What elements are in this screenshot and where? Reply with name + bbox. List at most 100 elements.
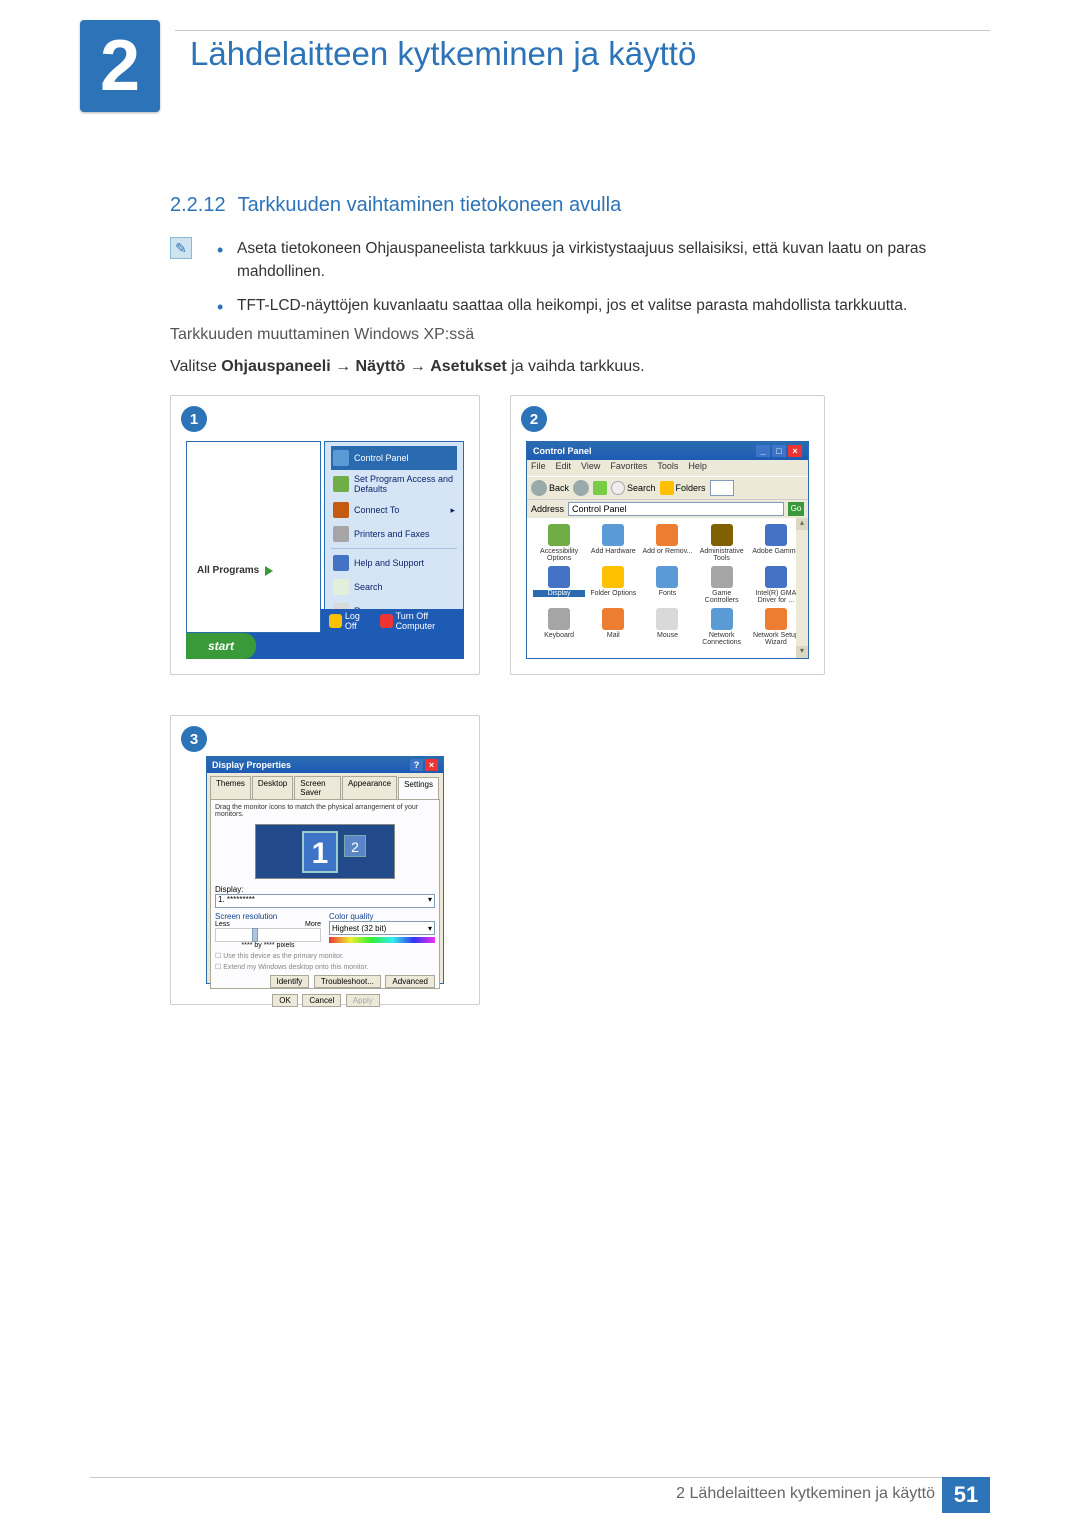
control-panel-item[interactable]: Fonts [641,566,693,604]
display-label: Display: [215,885,435,894]
all-programs-button[interactable]: All Programs [197,565,273,576]
menu-item[interactable]: Help [688,461,707,475]
menu-item[interactable]: File [531,461,546,475]
minimize-icon[interactable]: _ [756,445,770,457]
control-panel-item[interactable]: Intel(R) GMA Driver for ... [750,566,802,604]
start-menu-item[interactable]: Help and Support [331,551,457,575]
control-panel-item[interactable]: Game Controllers [696,566,748,604]
tab-appearance[interactable]: Appearance [342,776,397,799]
ok-button[interactable]: OK [272,994,298,1007]
start-menu-item[interactable]: Control Panel [331,446,457,470]
slider-thumb[interactable] [252,928,258,942]
cp-item-icon [656,566,678,588]
tab-settings[interactable]: Settings [398,777,439,800]
cp-item-icon [711,566,733,588]
scroll-up-icon[interactable]: ▴ [796,518,808,530]
folders-button[interactable]: Folders [660,481,706,495]
start-menu-footer: Log Off Turn Off Computer [321,609,464,633]
monitor-arrangement[interactable]: 1 2 [255,824,395,879]
control-panel-item[interactable]: Mouse [641,608,693,646]
power-icon [380,614,393,628]
menu-item[interactable]: Favorites [610,461,647,475]
page-footer: 2 Lähdelaitteen kytkeminen ja käyttö 51 [0,1477,1080,1527]
addressbar: Address Go [527,500,808,518]
top-rule [175,30,990,31]
search-icon [611,481,625,495]
advanced-button[interactable]: Advanced [385,975,435,988]
identify-button[interactable]: Identify [270,975,310,988]
scrollbar[interactable]: ▴ ▾ [796,518,808,658]
monitor-1[interactable]: 1 [302,831,338,873]
control-panel-item[interactable]: Folder Options [587,566,639,604]
forward-icon[interactable] [573,480,589,496]
start-menu-item[interactable]: Search [331,575,457,599]
taskbar: start [186,633,464,659]
menu-item-icon [333,502,349,518]
control-panel-grid: Accessibility OptionsAdd HardwareAdd or … [527,518,808,652]
logoff-button[interactable]: Log Off [329,611,372,631]
troubleshoot-button[interactable]: Troubleshoot... [314,975,381,988]
resolution-slider[interactable] [215,928,321,942]
start-menu-item[interactable]: Set Program Access and Defaults [331,470,457,498]
menu-item-icon [333,450,349,466]
bullet-item: Aseta tietokoneen Ohjauspaneelista tarkk… [217,237,990,284]
address-input[interactable] [568,502,784,516]
close-icon[interactable]: × [788,445,802,457]
tab-themes[interactable]: Themes [210,776,251,799]
control-panel-item[interactable]: Administrative Tools [696,524,748,562]
menu-item[interactable]: Edit [556,461,572,475]
screenshot-start-menu: 1 All Programs Control PanelSet Program … [170,395,480,675]
menu-item-icon [333,526,349,542]
cp-item-icon [602,566,624,588]
cp-item-icon [765,566,787,588]
control-panel-item[interactable]: Add or Remov... [641,524,693,562]
note-bullets: Aseta tietokoneen Ohjauspaneelista tarkk… [217,237,990,327]
footer-text: 2 Lähdelaitteen kytkeminen ja käyttö [676,1485,935,1503]
close-icon[interactable]: × [425,759,438,771]
control-panel-item[interactable]: Mail [587,608,639,646]
control-panel-item[interactable]: Network Setup Wizard [750,608,802,646]
document-page: 2 Lähdelaitteen kytkeminen ja käyttö 2.2… [0,0,1080,1527]
titlebar: Display Properties ? × [207,757,443,773]
scroll-down-icon[interactable]: ▾ [796,646,808,658]
cp-item-icon [765,524,787,546]
start-menu-window: All Programs Control PanelSet Program Ac… [186,441,464,659]
help-icon[interactable]: ? [410,759,423,771]
control-panel-item[interactable]: Network Connections [696,608,748,646]
views-button[interactable] [710,480,734,496]
resolution-group: Screen resolution LessMore **** by **** … [215,912,321,949]
menu-item[interactable]: Tools [657,461,678,475]
turnoff-button[interactable]: Turn Off Computer [380,611,464,631]
tab-desktop[interactable]: Desktop [252,776,293,799]
tab-screen-saver[interactable]: Screen Saver [294,776,341,799]
bullet-item: TFT-LCD-näyttöjen kuvanlaatu saattaa oll… [217,294,990,317]
apply-button[interactable]: Apply [346,994,380,1007]
chevron-right-icon: ▸ [450,505,455,516]
start-menu-item[interactable]: Printers and Faxes [331,522,457,546]
maximize-icon[interactable]: □ [772,445,786,457]
extend-desktop-checkbox[interactable]: ☐ Extend my Windows desktop onto this mo… [215,963,435,971]
control-panel-item[interactable]: Adobe Gamma [750,524,802,562]
start-menu-item[interactable]: Connect To▸ [331,498,457,522]
monitor-2[interactable]: 2 [344,835,366,857]
chapter-badge: 2 [80,20,160,112]
control-panel-item[interactable]: Add Hardware [587,524,639,562]
up-icon[interactable] [593,481,607,495]
cp-item-icon [656,524,678,546]
menu-item[interactable]: View [581,461,600,475]
display-select[interactable]: 1. *********▾ [215,894,435,908]
back-button[interactable]: Back [531,480,569,496]
color-bar [329,937,435,943]
go-button[interactable]: Go [788,502,804,516]
control-panel-item[interactable]: Accessibility Options [533,524,585,562]
primary-monitor-checkbox[interactable]: ☐ Use this device as the primary monitor… [215,952,435,960]
start-button[interactable]: start [186,633,256,659]
cancel-button[interactable]: Cancel [302,994,341,1007]
cp-item-icon [548,566,570,588]
search-button[interactable]: Search [611,481,656,495]
menu-item-icon [333,555,349,571]
control-panel-item[interactable]: Display [533,566,585,604]
control-panel-item[interactable]: Keyboard [533,608,585,646]
page-number: 51 [942,1477,990,1513]
color-quality-select[interactable]: Highest (32 bit)▾ [329,921,435,935]
